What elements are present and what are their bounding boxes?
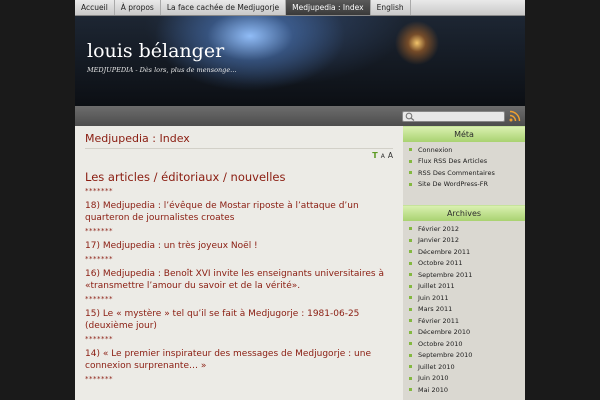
bullet-icon xyxy=(409,261,412,265)
article-link-16[interactable]: 16) Medjupedia : Benoît XVI invite les e… xyxy=(85,268,393,292)
rss-icon[interactable] xyxy=(509,110,521,122)
bullet-icon xyxy=(409,342,412,346)
separator-stars: ******* xyxy=(85,335,113,343)
font-size-tools: T A A xyxy=(372,151,393,160)
article-link-18[interactable]: 18) Medjupedia : l’évêque de Mostar ripo… xyxy=(85,200,393,224)
nav-item-a-propos[interactable]: À propos xyxy=(115,0,161,15)
site-title[interactable]: louis bélanger xyxy=(87,40,224,62)
bullet-icon xyxy=(409,307,412,311)
archive-item-label: Mai 2010 xyxy=(418,385,449,394)
bullet-icon xyxy=(409,353,412,357)
bullet-icon xyxy=(409,227,412,231)
bullet-icon xyxy=(409,182,412,186)
archive-item-label: Février 2011 xyxy=(418,316,459,325)
separator-stars: ******* xyxy=(85,227,113,235)
font-decrease-button[interactable]: A xyxy=(381,153,385,160)
archive-item-label: Mars 2011 xyxy=(418,305,453,314)
archives-list: Février 2012 Janvier 2012 Décembre 2011 … xyxy=(403,221,525,399)
search-input[interactable] xyxy=(402,111,505,122)
meta-item-label: Site De WordPress-FR xyxy=(418,180,489,189)
separator-stars: ******* xyxy=(85,295,113,303)
archive-item[interactable]: Décembre 2011 xyxy=(403,246,525,258)
meta-list: Connexion Flux RSS Des Articles RSS Des … xyxy=(403,142,525,193)
bullet-icon xyxy=(409,365,412,369)
meta-item-label: Flux RSS Des Articles xyxy=(418,157,488,166)
main-content: Medjupedia : Index T A A Les articles / … xyxy=(75,126,403,400)
archive-item-label: Juin 2011 xyxy=(418,293,449,302)
top-nav: Accueil À propos La face cachée de Medju… xyxy=(75,0,525,16)
bullet-icon xyxy=(409,238,412,242)
meta-item-rss-articles[interactable]: Flux RSS Des Articles xyxy=(403,156,525,168)
archive-item[interactable]: Mars 2011 xyxy=(403,304,525,316)
archive-item[interactable]: Septembre 2011 xyxy=(403,269,525,281)
search-bar xyxy=(75,106,525,126)
sidebar: Méta Connexion Flux RSS Des Articles RSS… xyxy=(403,126,525,400)
archive-item-label: Juillet 2010 xyxy=(418,362,455,371)
meta-item-connexion[interactable]: Connexion xyxy=(403,144,525,156)
nav-item-accueil[interactable]: Accueil xyxy=(75,0,115,15)
archive-item[interactable]: Juin 2010 xyxy=(403,373,525,385)
meta-item-label: RSS Des Commentaires xyxy=(418,168,495,177)
bullet-icon xyxy=(409,330,412,334)
archive-item-label: Juillet 2011 xyxy=(418,282,455,291)
bullet-icon xyxy=(409,148,412,152)
archive-item-label: Décembre 2011 xyxy=(418,247,471,256)
archive-item-label: Février 2012 xyxy=(418,224,459,233)
bullet-icon xyxy=(409,296,412,300)
archive-item[interactable]: Mai 2010 xyxy=(403,384,525,396)
page-wrapper: Accueil À propos La face cachée de Medju… xyxy=(75,0,525,400)
separator-stars: ******* xyxy=(85,375,113,383)
nav-item-face-cachee[interactable]: La face cachée de Medjugorje xyxy=(161,0,287,15)
archive-item[interactable]: Juillet 2010 xyxy=(403,361,525,373)
archive-item-label: Juin 2010 xyxy=(418,374,449,383)
bullet-icon xyxy=(409,159,412,163)
archive-item-label: Octobre 2011 xyxy=(418,259,463,268)
nav-item-medjupedia-index[interactable]: Medjupedia : Index xyxy=(286,0,371,15)
archive-item[interactable]: Octobre 2010 xyxy=(403,338,525,350)
archive-item-label: Septembre 2011 xyxy=(418,270,473,279)
archive-item[interactable]: Juillet 2011 xyxy=(403,281,525,293)
archive-item[interactable]: Juin 2011 xyxy=(403,292,525,304)
archive-item[interactable]: Février 2011 xyxy=(403,315,525,327)
font-reset-button[interactable]: T xyxy=(372,151,377,160)
archive-item[interactable]: Septembre 2010 xyxy=(403,350,525,362)
bullet-icon xyxy=(409,388,412,392)
archive-item-label: Septembre 2010 xyxy=(418,351,473,360)
archive-item[interactable]: Octobre 2011 xyxy=(403,258,525,270)
meta-item-label: Connexion xyxy=(418,145,453,154)
site-tagline: MEDJUPEDIA - Dès lors, plus de mensonge… xyxy=(87,66,237,74)
site-header: louis bélanger MEDJUPEDIA - Dès lors, pl… xyxy=(75,16,525,106)
meta-widget-title: Méta xyxy=(403,126,525,142)
article-link-14[interactable]: 14) « Le premier inspirateur des message… xyxy=(85,348,393,372)
page-title: Medjupedia : Index xyxy=(85,132,393,149)
bullet-icon xyxy=(409,250,412,254)
archive-item[interactable]: Décembre 2010 xyxy=(403,327,525,339)
meta-item-rss-comments[interactable]: RSS Des Commentaires xyxy=(403,167,525,179)
article-link-17[interactable]: 17) Medjupedia : un très joyeux Noël ! xyxy=(85,240,393,252)
archive-item-label: Décembre 2010 xyxy=(418,328,471,337)
font-increase-button[interactable]: A xyxy=(388,151,393,160)
separator-stars: ******* xyxy=(85,255,113,263)
search-icon xyxy=(405,112,415,121)
nav-item-english[interactable]: English xyxy=(371,0,411,15)
separator-stars: ******* xyxy=(85,187,113,195)
bullet-icon xyxy=(409,273,412,277)
archive-item[interactable]: Février 2012 xyxy=(403,223,525,235)
bullet-icon xyxy=(409,319,412,323)
bullet-icon xyxy=(409,284,412,288)
bullet-icon xyxy=(409,171,412,175)
section-title: Les articles / éditoriaux / nouvelles xyxy=(85,170,286,184)
meta-item-wordpress-fr[interactable]: Site De WordPress-FR xyxy=(403,179,525,191)
archive-item-label: Janvier 2012 xyxy=(418,236,459,245)
article-link-15[interactable]: 15) Le « mystère » tel qu’il se fait à M… xyxy=(85,308,393,332)
archive-item[interactable]: Janvier 2012 xyxy=(403,235,525,247)
archive-item-label: Octobre 2010 xyxy=(418,339,463,348)
archives-widget-title: Archives xyxy=(403,205,525,221)
bullet-icon xyxy=(409,376,412,380)
